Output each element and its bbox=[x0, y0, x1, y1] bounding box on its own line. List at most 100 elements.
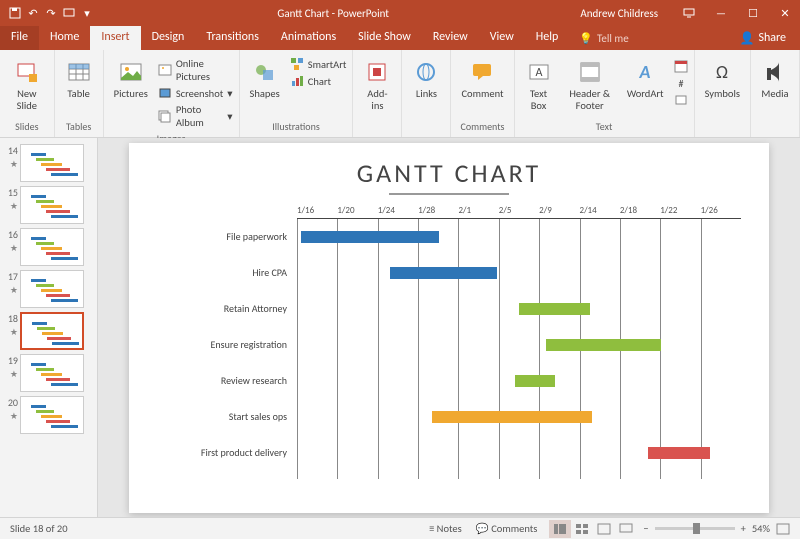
thumbnail-16[interactable]: 16★ bbox=[0, 226, 97, 268]
statusbar: Slide 18 of 20 ≡ Notes 💬 Comments − + 54… bbox=[0, 517, 800, 539]
tab-home[interactable]: Home bbox=[39, 26, 90, 50]
gantt-row: Review research bbox=[157, 363, 741, 399]
new-slide-button[interactable]: New Slide bbox=[4, 56, 50, 113]
maximize-icon[interactable]: ☐ bbox=[738, 0, 768, 26]
save-icon[interactable] bbox=[8, 6, 22, 20]
thumbnail-panel[interactable]: 14★15★16★17★18★19★20★ bbox=[0, 138, 98, 517]
comments-button[interactable]: 💬 Comments bbox=[476, 522, 538, 535]
shapes-button[interactable]: Shapes bbox=[244, 56, 286, 102]
view-buttons bbox=[549, 520, 637, 538]
thumbnail-17[interactable]: 17★ bbox=[0, 268, 97, 310]
svg-text:#: # bbox=[678, 77, 683, 90]
undo-icon[interactable]: ↶ bbox=[26, 6, 40, 20]
share-button[interactable]: 👤Share bbox=[725, 26, 800, 50]
thumbnail-19[interactable]: 19★ bbox=[0, 352, 97, 394]
svg-text:A: A bbox=[535, 66, 542, 80]
gantt-bar[interactable] bbox=[432, 411, 592, 423]
zoom-level[interactable]: 54% bbox=[752, 522, 770, 535]
minimize-icon[interactable]: — bbox=[706, 0, 736, 26]
gantt-task-rows: File paperworkHire CPARetain AttorneyEns… bbox=[157, 219, 741, 479]
start-slideshow-icon[interactable] bbox=[62, 6, 76, 20]
sorter-view-icon[interactable] bbox=[571, 520, 593, 538]
workspace: 14★15★16★17★18★19★20★ GANTT CHART 1/161/… bbox=[0, 138, 800, 517]
fit-to-window-icon[interactable] bbox=[776, 523, 790, 535]
online-pictures-button[interactable]: Online Pictures bbox=[156, 56, 235, 84]
slide-number-button[interactable]: # bbox=[672, 75, 690, 91]
slide-counter[interactable]: Slide 18 of 20 bbox=[10, 522, 429, 535]
normal-view-icon[interactable] bbox=[549, 520, 571, 538]
gantt-bar[interactable] bbox=[648, 447, 710, 459]
reading-view-icon[interactable] bbox=[593, 520, 615, 538]
textbox-button[interactable]: A Text Box bbox=[519, 56, 559, 113]
tab-design[interactable]: Design bbox=[141, 26, 196, 50]
gantt-row: Start sales ops bbox=[157, 399, 741, 435]
thumbnail-15[interactable]: 15★ bbox=[0, 184, 97, 226]
group-text: A Text Box Header & Footer A WordArt # T… bbox=[515, 50, 695, 137]
shapes-icon bbox=[251, 58, 279, 86]
table-button[interactable]: Table bbox=[59, 56, 99, 102]
gantt-bar[interactable] bbox=[546, 339, 661, 351]
bulb-icon: 💡 bbox=[579, 32, 593, 45]
qa-dropdown-icon[interactable]: ▾ bbox=[80, 6, 94, 20]
wordart-button[interactable]: A WordArt bbox=[621, 56, 670, 102]
group-images: Pictures Online Pictures Screenshot ▾ Ph… bbox=[104, 50, 240, 137]
object-button[interactable] bbox=[672, 92, 690, 108]
quick-access: ↶ ↷ ▾ bbox=[0, 6, 102, 20]
thumbnail-14[interactable]: 14★ bbox=[0, 142, 97, 184]
gantt-bar[interactable] bbox=[301, 231, 439, 243]
tab-slide-show[interactable]: Slide Show bbox=[347, 26, 422, 50]
tab-insert[interactable]: Insert bbox=[90, 26, 140, 50]
tab-transitions[interactable]: Transitions bbox=[195, 26, 270, 50]
thumbnail-18[interactable]: 18★ bbox=[0, 310, 97, 352]
ribbon: New Slide Slides Table Tables Pictures O… bbox=[0, 50, 800, 138]
smartart-icon bbox=[290, 57, 304, 71]
tab-animations[interactable]: Animations bbox=[270, 26, 347, 50]
zoom-slider[interactable] bbox=[655, 527, 735, 530]
redo-icon[interactable]: ↷ bbox=[44, 6, 58, 20]
slideshow-view-icon[interactable] bbox=[615, 520, 637, 538]
gantt-chart: 1/161/201/241/282/12/52/92/142/181/221/2… bbox=[157, 205, 741, 499]
notes-button[interactable]: ≡ Notes bbox=[429, 522, 462, 535]
tab-help[interactable]: Help bbox=[525, 26, 570, 50]
media-button[interactable]: Media bbox=[755, 56, 795, 102]
photo-album-button[interactable]: Photo Album ▾ bbox=[156, 102, 235, 130]
new-slide-icon bbox=[13, 58, 41, 86]
wordart-icon: A bbox=[631, 58, 659, 86]
comment-button[interactable]: Comment bbox=[455, 56, 509, 102]
slide-area: GANTT CHART 1/161/201/241/282/12/52/92/1… bbox=[98, 138, 800, 517]
tell-me-search[interactable]: 💡Tell me bbox=[569, 26, 638, 50]
gantt-bar[interactable] bbox=[519, 303, 590, 315]
tab-review[interactable]: Review bbox=[422, 26, 479, 50]
zoom-in-button[interactable]: + bbox=[741, 522, 746, 535]
current-slide[interactable]: GANTT CHART 1/161/201/241/282/12/52/92/1… bbox=[129, 143, 769, 513]
title-underline bbox=[389, 193, 509, 195]
screenshot-button[interactable]: Screenshot ▾ bbox=[156, 85, 235, 101]
thumbnail-20[interactable]: 20★ bbox=[0, 394, 97, 436]
tab-view[interactable]: View bbox=[479, 26, 525, 50]
date-time-button[interactable] bbox=[672, 58, 690, 74]
photo-album-icon bbox=[158, 109, 172, 123]
user-name[interactable]: Andrew Childress bbox=[564, 7, 674, 20]
pictures-button[interactable]: Pictures bbox=[108, 56, 154, 102]
chart-button[interactable]: Chart bbox=[288, 73, 349, 89]
ribbon-tabs: File HomeInsertDesignTransitionsAnimatio… bbox=[0, 26, 800, 50]
comment-icon bbox=[468, 58, 496, 86]
zoom-out-button[interactable]: − bbox=[643, 522, 648, 535]
table-icon bbox=[65, 58, 93, 86]
gantt-bar[interactable] bbox=[390, 267, 497, 279]
links-button[interactable]: Links bbox=[406, 56, 446, 102]
gantt-row: First product delivery bbox=[157, 435, 741, 471]
addins-icon bbox=[363, 58, 391, 86]
group-media: Media bbox=[751, 50, 800, 137]
close-icon[interactable]: ✕ bbox=[770, 0, 800, 26]
addins-button[interactable]: Add- ins bbox=[357, 56, 397, 113]
tab-file[interactable]: File bbox=[0, 26, 39, 50]
header-footer-button[interactable]: Header & Footer bbox=[561, 56, 619, 113]
group-addins: Add- ins bbox=[353, 50, 402, 137]
window-title: Gantt Chart - PowerPoint bbox=[102, 7, 564, 20]
ribbon-options-icon[interactable] bbox=[674, 0, 704, 26]
symbols-button[interactable]: Ω Symbols bbox=[699, 56, 746, 102]
gantt-bar[interactable] bbox=[515, 375, 555, 387]
smartart-button[interactable]: SmartArt bbox=[288, 56, 349, 72]
media-icon bbox=[761, 58, 789, 86]
